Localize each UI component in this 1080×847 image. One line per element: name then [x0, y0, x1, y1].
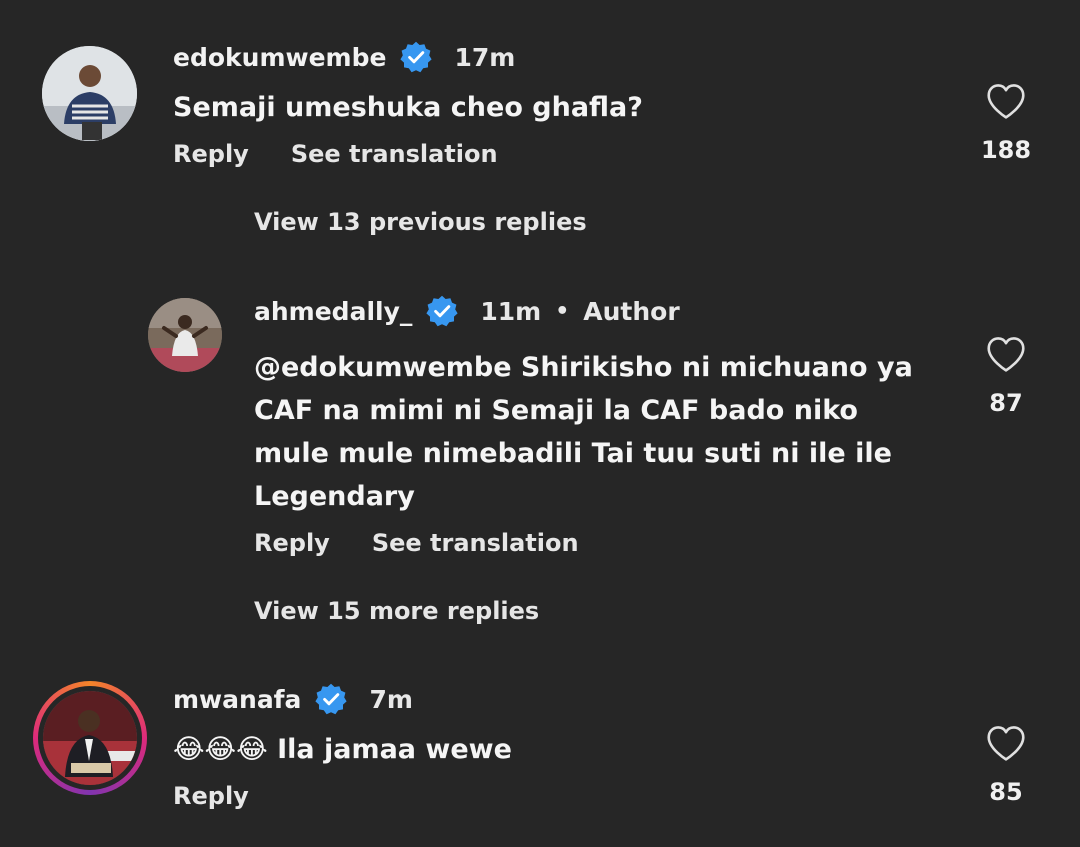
comment-time: 11m: [480, 296, 542, 326]
comment-text-line: @edokumwembe Shirikisho ni michuano ya: [254, 352, 913, 383]
comment-text-line: Legendary: [254, 481, 415, 512]
comment-text-line: mule mule nimebadili Tai tuu suti ni ile…: [254, 438, 892, 469]
view-more-replies-button[interactable]: View 15 more replies: [254, 597, 539, 625]
comment-time: 7m: [369, 684, 413, 714]
separator-dot: •: [555, 298, 570, 324]
reply-button[interactable]: Reply: [173, 140, 249, 168]
comment-username[interactable]: edokumwembe: [173, 43, 386, 72]
avatar-story-ring[interactable]: [33, 681, 147, 795]
verified-badge-icon: [400, 41, 432, 73]
comment-text: @edokumwembe Shirikisho ni michuano ya C…: [254, 346, 954, 518]
avatar-mwanafa: [43, 691, 137, 785]
like-heart-icon[interactable]: [985, 82, 1027, 120]
like-count: 85: [989, 778, 1023, 806]
view-previous-replies-button[interactable]: View 13 previous replies: [254, 208, 587, 236]
like-count: 87: [989, 389, 1023, 417]
author-label: Author: [583, 296, 680, 326]
reply-button[interactable]: Reply: [254, 529, 330, 557]
verified-badge-icon: [315, 683, 347, 715]
like-count: 188: [980, 136, 1032, 164]
see-translation-button[interactable]: See translation: [291, 140, 498, 168]
verified-badge-icon: [426, 295, 458, 327]
comment-time: 17m: [454, 42, 516, 72]
avatar-ahmedally[interactable]: [148, 298, 222, 372]
like-heart-icon[interactable]: [985, 724, 1027, 762]
reply-button[interactable]: Reply: [173, 782, 249, 810]
like-heart-icon[interactable]: [985, 335, 1027, 373]
comment-text-body: Ila jamaa wewe: [277, 734, 512, 765]
avatar-edokumwembe[interactable]: [42, 46, 137, 141]
comment-text: 😂😂😂 Ila jamaa wewe: [173, 728, 512, 771]
comment-username[interactable]: ahmedally_: [254, 297, 412, 326]
comment-text-line: CAF na mimi ni Semaji la CAF bado niko: [254, 395, 858, 426]
laughing-emoji-icon: 😂😂😂: [173, 734, 268, 765]
see-translation-button[interactable]: See translation: [372, 529, 579, 557]
comment-text: Semaji umeshuka cheo ghafla?: [173, 92, 643, 123]
comment-username[interactable]: mwanafa: [173, 685, 301, 714]
